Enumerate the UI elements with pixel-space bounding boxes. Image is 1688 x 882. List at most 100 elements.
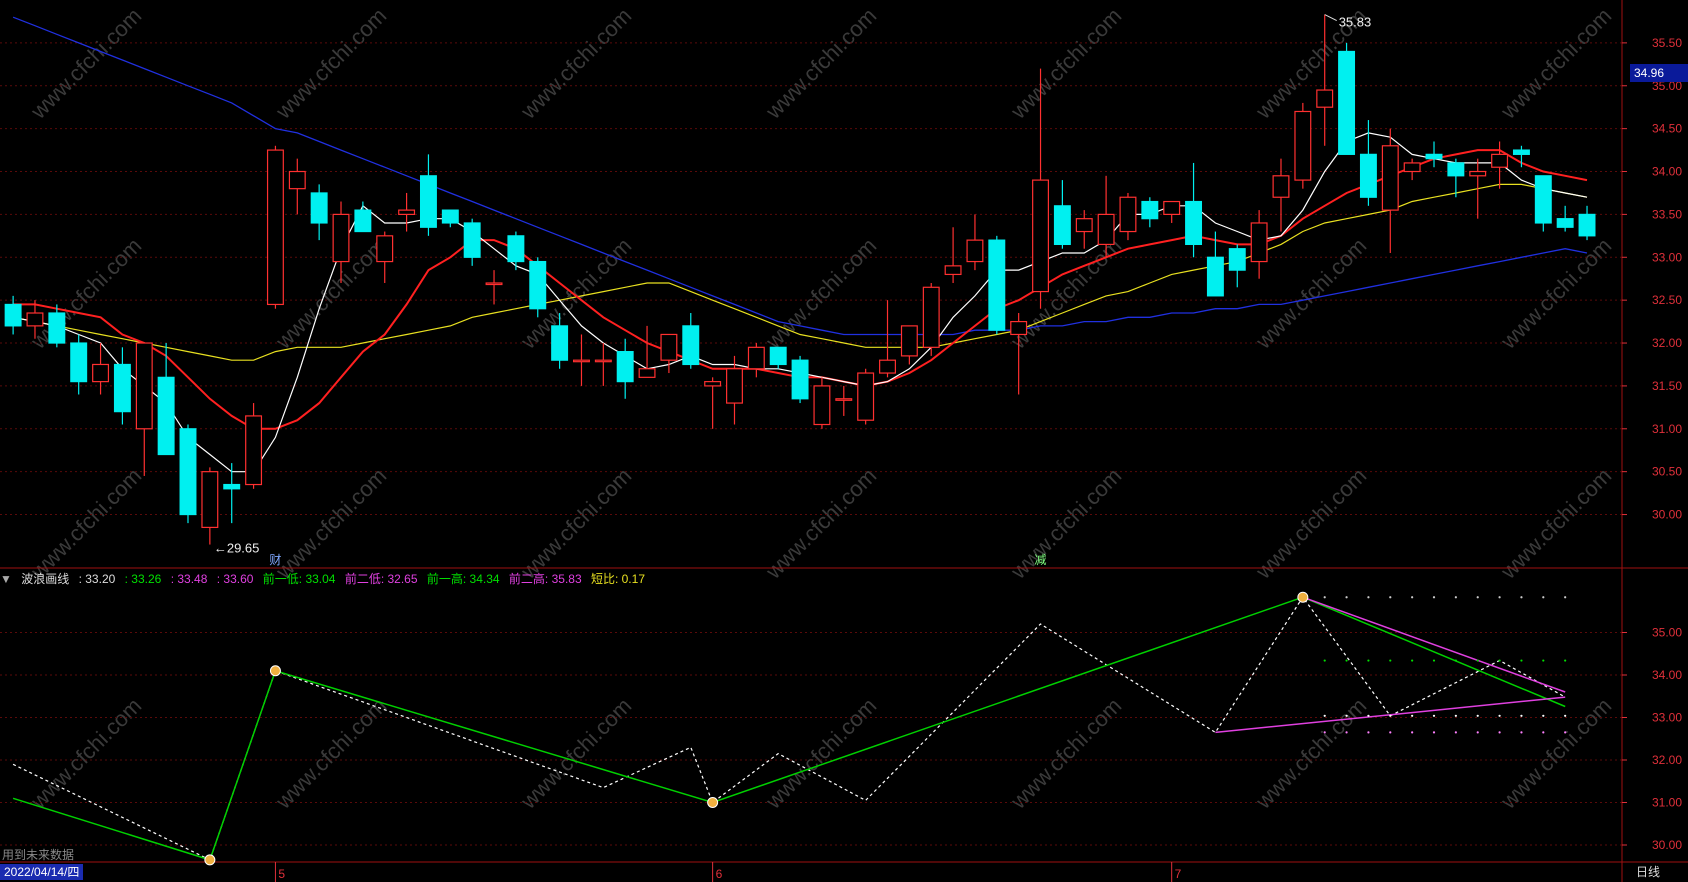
y-tick-label: 35.50	[1652, 36, 1682, 50]
projection-dot	[1520, 714, 1523, 717]
y-tick-label: 33.00	[1652, 250, 1682, 264]
candle	[245, 403, 263, 489]
candle-body	[1250, 222, 1268, 263]
candle-body	[922, 286, 940, 348]
y-tick-label: 35.00	[1652, 626, 1682, 640]
watermark-text: www.cfchi.com	[1005, 693, 1126, 814]
projection-dot	[1432, 714, 1436, 717]
x-month-label: 6	[716, 867, 723, 881]
candle	[70, 334, 88, 395]
watermark-text: www.cfchi.com	[270, 3, 391, 124]
candle-body	[1534, 175, 1552, 224]
candle-body	[1381, 145, 1399, 211]
low-label: ←29.65	[214, 541, 260, 556]
ma20-path	[12, 183, 1588, 361]
projection-dot	[1498, 714, 1501, 717]
period-label[interactable]: 日线	[1636, 864, 1660, 880]
candle	[1359, 120, 1377, 206]
reduce-marker: 减	[1035, 553, 1047, 567]
candle-body	[682, 325, 700, 366]
projection-dot	[1345, 659, 1348, 662]
projection-dot	[1389, 659, 1392, 662]
projection-dot	[1367, 731, 1370, 734]
candle	[441, 209, 459, 228]
collapse-icon[interactable]: ▼	[0, 572, 12, 586]
candle-body	[245, 415, 263, 486]
indicator-name[interactable]: 波浪画线	[21, 572, 69, 586]
projection-dot	[1476, 714, 1479, 717]
indicator-value: : 33.20	[78, 572, 116, 586]
pivot-marker-icon	[1297, 591, 1309, 603]
indicator-header: ▼ 波浪画线 : 33.20 : 33.26 : 33.48 : 33.60 前…	[0, 570, 651, 588]
candle	[1163, 200, 1181, 223]
candle-body	[573, 359, 590, 363]
candle	[529, 257, 547, 318]
candle-body	[463, 222, 481, 258]
candle	[638, 325, 656, 378]
candle	[660, 333, 678, 374]
watermark-text: www.cfchi.com	[515, 3, 636, 124]
candle-body	[857, 372, 875, 421]
candle	[1250, 210, 1268, 279]
candle-body	[266, 149, 284, 306]
candle-body	[1185, 200, 1203, 246]
candle	[988, 235, 1006, 335]
y-tick-label: 34.50	[1652, 122, 1682, 136]
candle-body	[1294, 110, 1312, 181]
pivot-marker-icon	[707, 797, 719, 808]
projection-dot	[1542, 596, 1545, 599]
candle-body	[223, 483, 241, 490]
projection-dot	[1432, 659, 1436, 662]
y-tick-label: 32.00	[1652, 753, 1682, 767]
candle	[900, 325, 918, 365]
candle-body	[1075, 218, 1093, 233]
projection-dot	[1432, 731, 1436, 734]
candle	[266, 145, 284, 309]
projection-dot	[1323, 659, 1326, 662]
projection-dot	[1432, 596, 1436, 599]
ma20-line	[12, 183, 1588, 361]
prev-low-1: 前一低: 33.04	[262, 572, 336, 586]
candle	[1534, 175, 1552, 232]
projection-dot	[1564, 731, 1567, 734]
watermark-text: www.cfchi.com	[515, 463, 636, 584]
candle-body	[1032, 179, 1049, 293]
prev-high-1: 前一高: 34.34	[426, 572, 500, 586]
candle-body	[376, 235, 394, 263]
candle	[463, 218, 481, 266]
candle	[857, 368, 875, 425]
candle	[704, 377, 722, 429]
candle	[1469, 158, 1487, 219]
projection-dot	[1389, 596, 1392, 599]
candle	[1403, 158, 1421, 181]
watermark-text: www.cfchi.com	[1495, 463, 1616, 584]
y-tick-label: 33.00	[1652, 711, 1682, 725]
finance-marker: 财	[269, 553, 281, 567]
watermark-text: www.cfchi.com	[1495, 693, 1616, 814]
candle-body	[616, 351, 634, 383]
watermark-text: www.cfchi.com	[760, 3, 881, 124]
candle	[769, 346, 787, 369]
short-ratio: 短比: 0.17	[590, 572, 645, 586]
candle-body	[791, 359, 809, 400]
watermark-text: www.cfchi.com	[25, 693, 146, 814]
candle-body	[1206, 256, 1224, 297]
candle-body	[332, 213, 350, 263]
x-month-label: 5	[278, 867, 285, 881]
watermark-text: www.cfchi.com	[270, 463, 391, 584]
candle	[92, 343, 110, 395]
candle-body	[835, 398, 853, 401]
watermark-text: www.cfchi.com	[1005, 233, 1126, 354]
candle-body	[1469, 170, 1487, 177]
watermark-text: www.cfchi.com	[1250, 693, 1371, 814]
y-tick-label: 31.00	[1652, 796, 1682, 810]
watermark-text: www.cfchi.com	[1250, 463, 1371, 584]
candle-body	[26, 312, 44, 327]
candle-body	[354, 209, 372, 233]
candle-body	[813, 385, 831, 426]
candle-body	[441, 209, 459, 224]
value-b: : 33.48	[170, 572, 208, 586]
candle	[1185, 162, 1203, 258]
candle	[376, 231, 394, 283]
chart-canvas[interactable]: www.cfchi.com www.cfchi.com www.cfchi.com w…	[0, 0, 1688, 882]
